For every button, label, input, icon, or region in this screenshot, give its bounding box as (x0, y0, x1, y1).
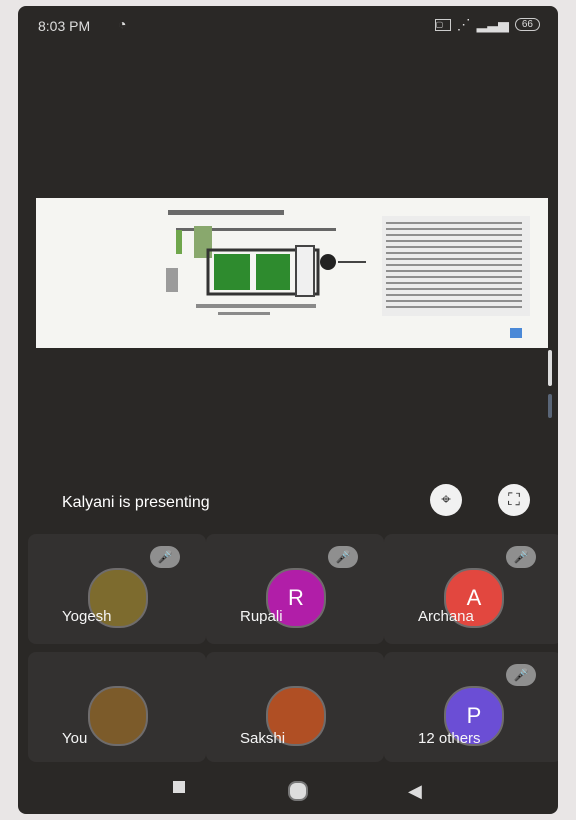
participant-tile-5[interactable]: Sakshi (206, 652, 384, 762)
meeting-screen: 8:03 PM ◔ ▢ ⋰ ▂▃▅ 66 Kalyani is presenti… (18, 6, 558, 814)
participant-name: You (62, 730, 88, 747)
battery-indicator: 66 (514, 18, 540, 31)
presenting-label: Kalyani is presenting (62, 494, 210, 511)
participant-tile-4[interactable]: You (28, 652, 206, 762)
participant-name: Archana (418, 608, 474, 625)
mic-off-icon: 🎤 (328, 546, 358, 568)
home-icon[interactable] (288, 781, 308, 801)
participant-tile-6[interactable]: 🎤 P 12 others (384, 652, 558, 762)
recent-apps-icon[interactable] (173, 781, 185, 793)
avatar (88, 686, 148, 746)
mic-off-icon: 🎤 (150, 546, 180, 568)
participant-name: Yogesh (62, 608, 112, 625)
mic-off-icon: 🎤 (506, 546, 536, 568)
participant-tile-1[interactable]: 🎤 Yogesh (28, 534, 206, 644)
participant-name: Rupali (240, 608, 283, 625)
signal-indicators: ▢ ⋰ ▂▃▅ 66 (434, 16, 540, 33)
network-icon: ▢ (434, 18, 451, 31)
participant-tile-3[interactable]: 🎤 A Archana (384, 534, 558, 644)
participant-name: 12 others (418, 730, 481, 747)
mic-off-icon: 🎤 (506, 664, 536, 686)
fullscreen-icon[interactable]: ⛶ (498, 484, 530, 516)
scroll-thumb-secondary[interactable] (548, 394, 552, 418)
signal-icon: ▂▃▅ (476, 16, 509, 32)
presentation-slide[interactable] (36, 198, 548, 348)
participant-tile-2[interactable]: 🎤 R Rupali (206, 534, 384, 644)
back-icon[interactable]: ◀ (408, 781, 422, 802)
status-bar: 8:03 PM ◔ ▢ ⋰ ▂▃▅ 66 (18, 6, 558, 42)
slide-diagram (166, 210, 530, 338)
status-time: 8:03 PM (38, 18, 91, 34)
participant-name: Sakshi (240, 730, 286, 747)
scroll-thumb[interactable] (548, 350, 552, 386)
wifi-icon: ⋰ (456, 16, 471, 32)
alarm-icon: ◔ (118, 16, 127, 32)
pin-off-icon[interactable]: ⌖ (430, 484, 462, 516)
